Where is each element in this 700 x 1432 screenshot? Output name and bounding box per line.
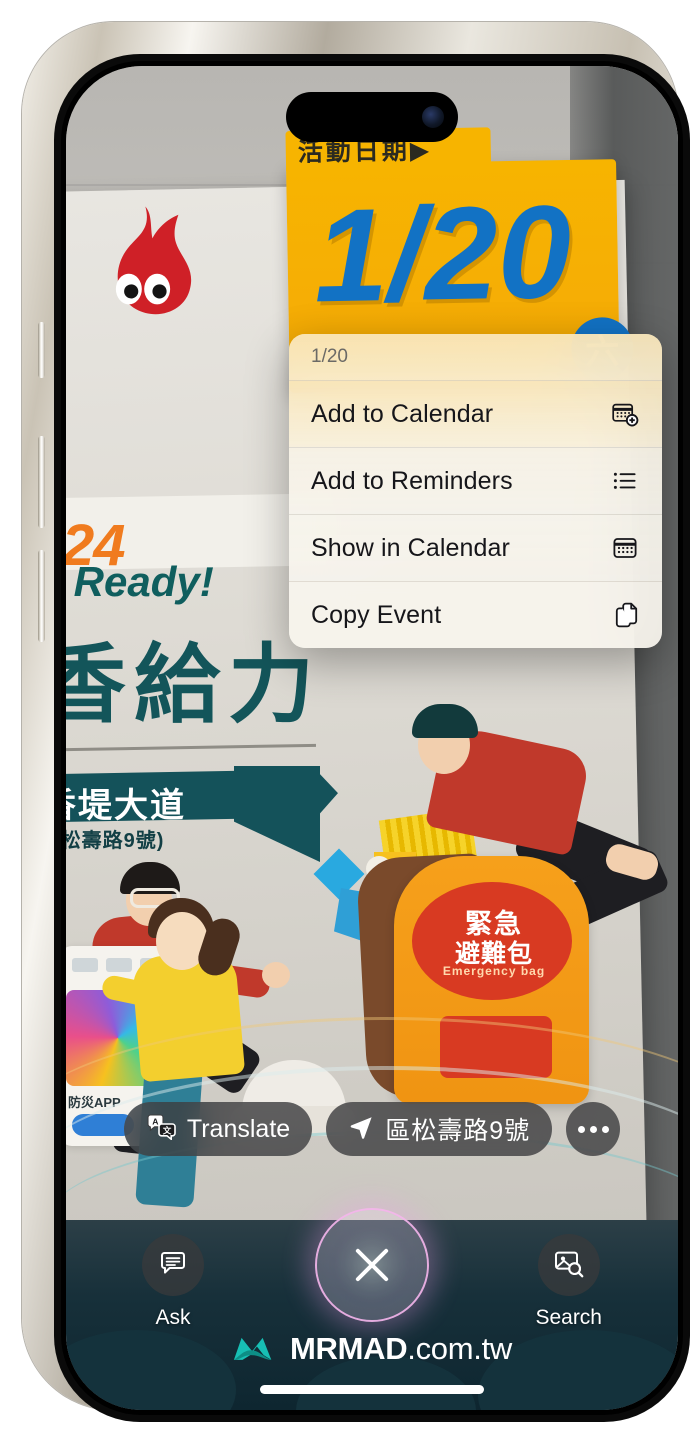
flame-mascot-icon [84, 204, 202, 334]
poster-headline-cjk: 香給力 [66, 637, 322, 733]
calendar-plus-icon [610, 399, 640, 429]
watermark: MRMAD.com.tw [66, 1324, 678, 1374]
backpack-text-line3: Emergency bag [442, 964, 546, 978]
navigation-arrow-icon [348, 1114, 374, 1145]
firefighter-left-hand [262, 962, 290, 988]
poster-headline-en: t Ready! [66, 558, 214, 605]
search-button-circle [537, 1234, 600, 1296]
menu-item-add-to-reminders[interactable]: Add to Reminders [289, 447, 662, 514]
menu-item-label: Show in Calendar [311, 533, 510, 562]
poster-date-value: 1/20 [312, 177, 573, 330]
ask-button[interactable]: Ask [142, 1234, 204, 1330]
menu-item-label: Add to Reminders [311, 466, 513, 495]
translate-pill-button[interactable]: A 文 Translate [123, 1102, 313, 1156]
front-camera-icon [422, 106, 444, 128]
context-menu-header-label: 1/20 [311, 346, 348, 367]
context-menu: 1/20 Add to Calendar Add to Reminders Sh… [289, 334, 662, 648]
dynamic-island [286, 92, 458, 142]
chat-bubble-icon [158, 1248, 188, 1283]
more-options-button[interactable] [566, 1102, 621, 1156]
photo-search-icon [553, 1248, 585, 1283]
phone-screen: 活動日期▶ 1/20 六 24 t Ready! 香給力 香堤大道 (區松壽路9… [66, 66, 678, 1410]
volume-down-button[interactable] [38, 550, 45, 642]
close-x-icon [350, 1243, 394, 1287]
poster-address-main: 香堤大道 [66, 787, 186, 825]
ask-button-circle [142, 1234, 204, 1296]
screenshot-root: 活動日期▶ 1/20 六 24 t Ready! 香給力 香堤大道 (區松壽路9… [0, 0, 700, 1432]
svg-text:A: A [152, 1116, 158, 1126]
phone-frame: 活動日期▶ 1/20 六 24 t Ready! 香給力 香堤大道 (區松壽路9… [22, 22, 690, 1422]
action-button[interactable] [38, 322, 45, 378]
translate-pill-label: Translate [186, 1114, 291, 1143]
close-button[interactable] [315, 1208, 429, 1322]
watermark-text: MRMAD.com.tw [290, 1331, 512, 1367]
location-pill-button[interactable]: 區松壽路9號 [326, 1102, 553, 1156]
copy-documents-icon [610, 600, 640, 630]
context-menu-header: 1/20 [289, 334, 662, 380]
location-pill-label: 區松壽路9號 [385, 1117, 531, 1145]
action-pill-row: A 文 Translate 區松壽路9號 [66, 1102, 678, 1156]
mrmad-logo-icon [232, 1334, 278, 1364]
watermark-brand: MRMAD [289, 1331, 408, 1366]
svg-text:文: 文 [162, 1124, 172, 1135]
menu-item-add-to-calendar[interactable]: Add to Calendar [289, 380, 662, 447]
translate-icon: A 文 [146, 1113, 176, 1145]
menu-item-show-in-calendar[interactable]: Show in Calendar [289, 514, 662, 581]
volume-up-button[interactable] [38, 436, 45, 528]
calendar-icon [610, 533, 640, 563]
menu-item-label: Copy Event [311, 600, 442, 629]
ellipsis-icon [577, 1125, 585, 1133]
home-indicator[interactable] [260, 1385, 484, 1394]
search-button[interactable]: Search [535, 1234, 602, 1330]
bulleted-list-icon [610, 466, 640, 496]
menu-item-label: Add to Calendar [311, 399, 494, 428]
menu-item-copy-event[interactable]: Copy Event [289, 581, 662, 648]
poster-address-sub: (區松壽路9號) [66, 830, 165, 852]
watermark-suffix: .com.tw [407, 1331, 512, 1366]
